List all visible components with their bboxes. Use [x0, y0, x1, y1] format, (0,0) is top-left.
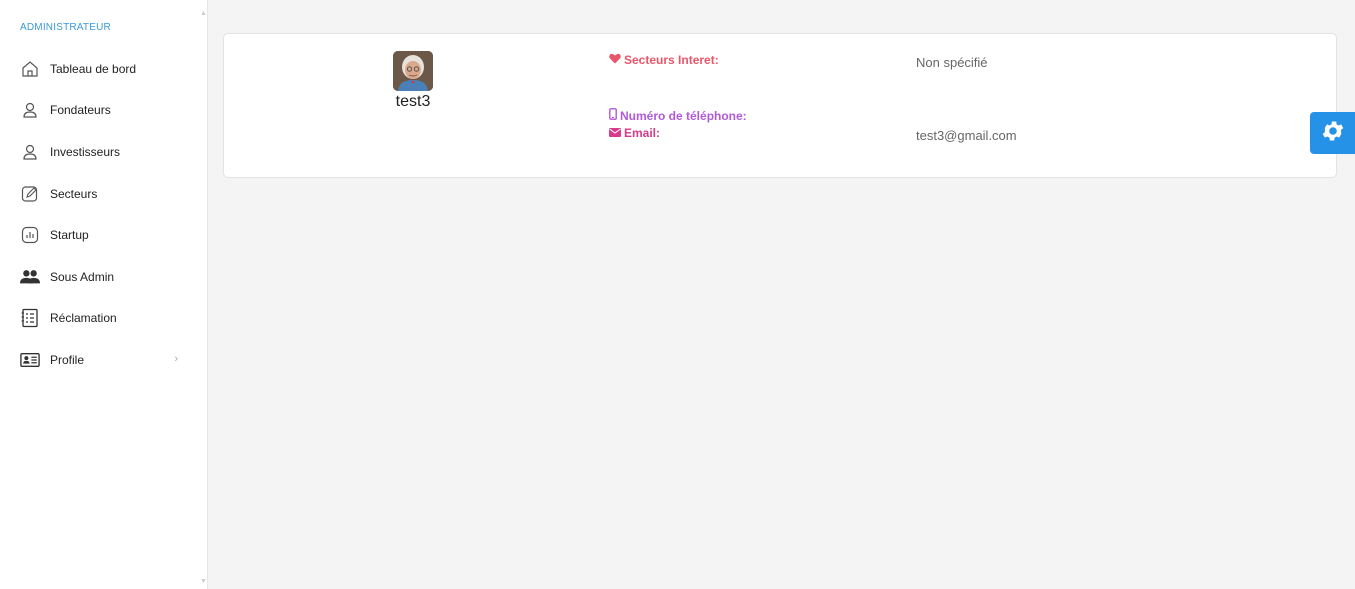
- profile-card: test3 Secteurs Interet: Non spécifié Num…: [223, 33, 1337, 178]
- sidebar-item-label: Investisseurs: [50, 144, 121, 159]
- mobile-phone-icon: [609, 108, 617, 123]
- email-label: Email:: [609, 126, 660, 140]
- sidebar-item-label: Réclamation: [50, 311, 117, 326]
- sidebar-item-tableau-de-bord[interactable]: Tableau de bord: [0, 48, 208, 90]
- home-icon: [20, 59, 40, 79]
- sidebar-item-secteurs[interactable]: Secteurs: [0, 173, 208, 215]
- sidebar-item-label: Fondateurs: [50, 103, 111, 118]
- id-card-icon: [20, 350, 40, 370]
- chart-icon: [20, 225, 40, 245]
- avatar: [393, 51, 433, 91]
- sidebar-item-label: Tableau de bord: [50, 61, 137, 76]
- sidebar: ▲ ADMINISTRATEUR Tableau de bord Fondate…: [0, 0, 208, 589]
- edit-icon: [20, 184, 40, 204]
- sidebar-item-label: Secteurs: [50, 186, 98, 201]
- phone-label: Numéro de téléphone:: [609, 108, 747, 123]
- scroll-down-arrow-icon[interactable]: ▼: [200, 578, 207, 585]
- chevron-right-icon: ›: [174, 353, 178, 366]
- settings-button[interactable]: [1310, 112, 1355, 154]
- scroll-up-arrow-icon[interactable]: ▲: [200, 10, 207, 17]
- sidebar-item-sous-admin[interactable]: Sous Admin: [0, 256, 208, 298]
- sectors-label: Secteurs Interet:: [609, 53, 719, 67]
- sidebar-section-title: ADMINISTRATEUR: [20, 22, 111, 33]
- envelope-icon: [609, 126, 621, 140]
- email-value: test3@gmail.com: [916, 128, 1017, 143]
- list-icon: [20, 308, 40, 328]
- sectors-label-text: Secteurs Interet:: [624, 53, 719, 67]
- sidebar-item-fondateurs[interactable]: Fondateurs: [0, 90, 208, 132]
- sidebar-item-label: Profile: [50, 352, 85, 367]
- email-label-text: Email:: [624, 126, 661, 140]
- users-icon: [20, 267, 40, 287]
- sidebar-nav: Tableau de bord Fondateurs Investisseurs…: [0, 48, 208, 381]
- phone-label-text: Numéro de téléphone:: [620, 108, 747, 123]
- sidebar-item-reclamation[interactable]: Réclamation: [0, 298, 208, 340]
- profile-username: test3: [395, 93, 431, 110]
- gear-icon: [1320, 118, 1346, 149]
- user-icon: [20, 100, 40, 120]
- sidebar-item-label: Sous Admin: [50, 269, 115, 284]
- sidebar-item-investisseurs[interactable]: Investisseurs: [0, 131, 208, 173]
- sidebar-item-label: Startup: [50, 228, 89, 243]
- user-icon: [20, 142, 40, 162]
- sidebar-item-profile[interactable]: Profile ›: [0, 339, 208, 381]
- heart-icon: [609, 53, 621, 67]
- sectors-value: Non spécifié: [916, 55, 988, 70]
- sidebar-item-startup[interactable]: Startup: [0, 214, 208, 256]
